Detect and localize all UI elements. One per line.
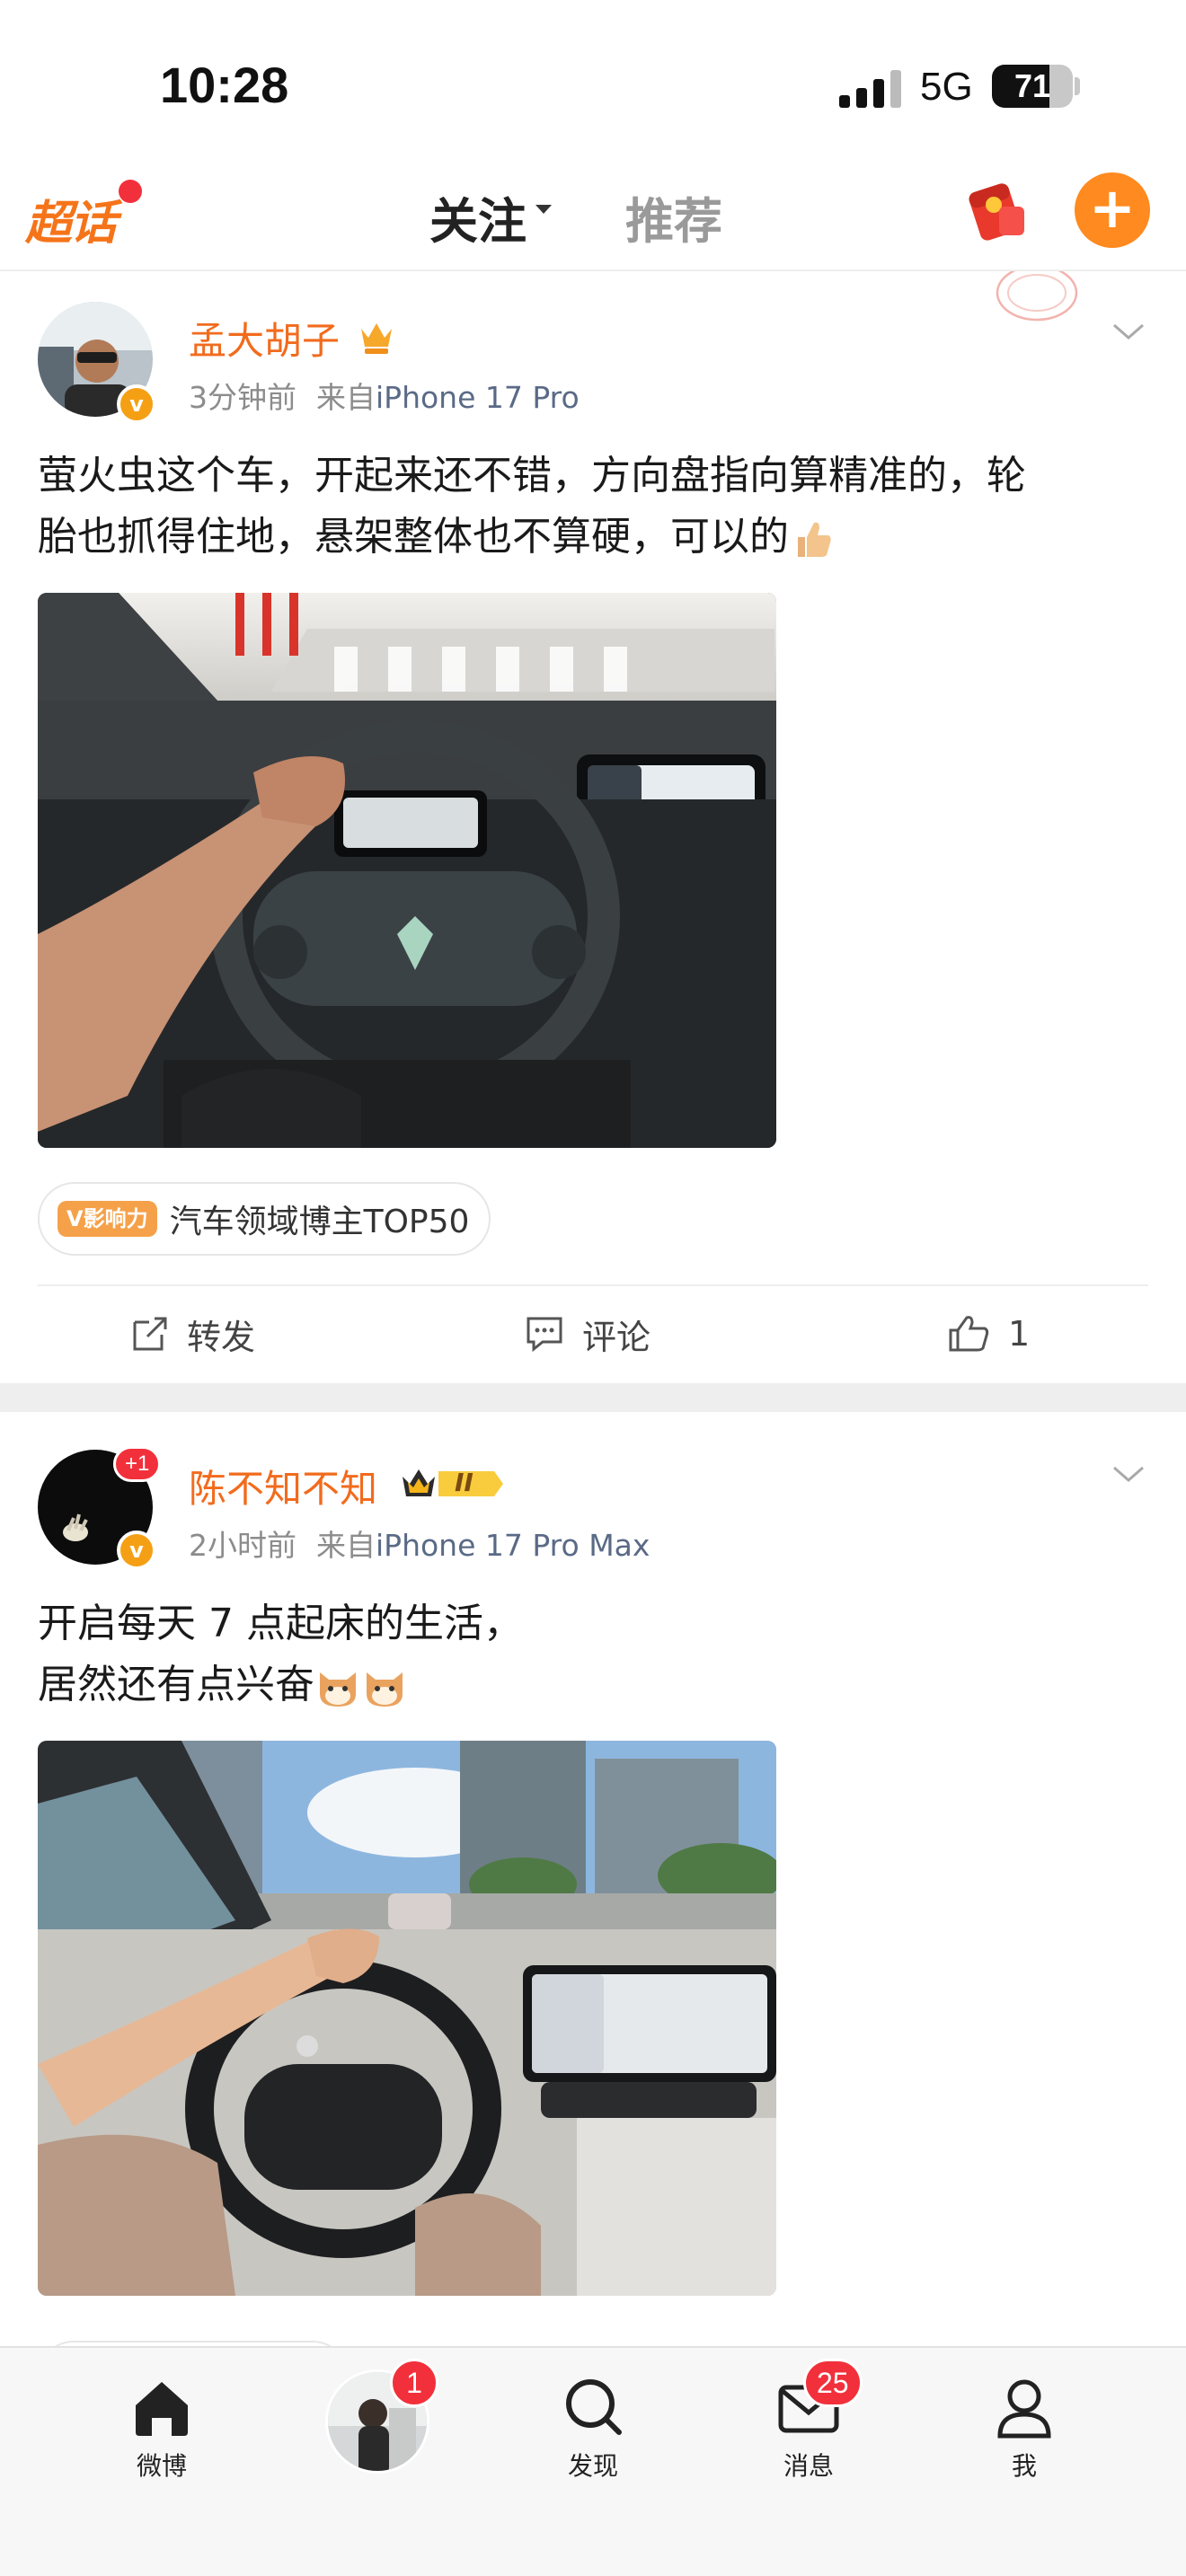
battery-level: 71 [1013,67,1051,104]
add-button[interactable]: + [1075,172,1150,248]
verified-badge: v [117,1531,156,1570]
signal-icon [839,70,901,108]
red-packet-icon[interactable] [965,180,1028,241]
battery-icon: 71 [992,65,1073,108]
bottom-tab-bar: 微博 1 发现 消息 25 我 [0,2346,1186,2576]
network-type: 5G [920,65,973,109]
cat-emoji-icon [367,1672,403,1707]
source-prefix: 来自 [316,380,376,415]
supertopic-button[interactable]: 超话 [25,180,142,251]
source-device[interactable]: iPhone 17 Pro [376,380,580,415]
post-text[interactable]: 开启每天 7 点起床的生活， 居然还有点兴奋 [38,1593,1152,1716]
home-icon [136,2382,188,2436]
post-text-line-2: 胎也抓得住地，悬架整体也不算硬，可以的 [38,507,1152,568]
post-meta: 3分钟前 来自iPhone 17 Pro [189,374,580,417]
post-text-line: 萤火虫这个车，开起来还不错，方向盘指向算精准的，轮 [38,453,1026,498]
tab-label: 消息 [783,2451,834,2481]
repost-label: 转发 [187,1317,256,1357]
user-icon [997,2379,1051,2439]
tab-me[interactable]: 我 [952,2375,1096,2483]
tab-label: 微博 [136,2451,187,2481]
battery-tip [1075,77,1080,95]
comment-button[interactable]: 评论 [525,1304,651,1363]
influence-tag[interactable]: V影响力 汽车领域博主TOP50 [38,1182,491,1256]
notification-dot [119,180,142,203]
tab-follow[interactable]: 关注 [429,181,527,252]
share-icon [133,1317,167,1351]
source-device[interactable]: iPhone 17 Pro Max [376,1528,650,1563]
vip-level-badge: II [399,1464,505,1504]
comment-label: 评论 [582,1317,651,1357]
vip-level-label: II [455,1468,474,1497]
feed-post: v 孟大胡子 3分钟前 来自iPhone 17 Pro 萤火虫这个车，开起来还不错… [0,271,1186,1381]
post-text-line: 开启每天 7 点起床的生活， [38,1601,523,1646]
chevron-down-icon[interactable] [1111,1462,1146,1487]
influence-badge: V影响力 [58,1201,157,1237]
post-text[interactable]: 萤火虫这个车，开起来还不错，方向盘指向算精准的，轮 胎也抓得住地，悬架整体也不算… [38,446,1152,568]
post-text-line: 居然还有点兴奋 [38,1662,314,1707]
status-bar: 10:28 5G 71 [0,0,1186,153]
tab-label: 我 [1011,2451,1037,2481]
source-prefix: 来自 [316,1528,376,1563]
vip-crown-icon [361,323,392,354]
feed-separator [0,1383,1186,1412]
tab-discover[interactable]: 发现 [521,2375,665,2483]
post-text-line-2: 居然还有点兴奋 [38,1654,1152,1716]
post-text-line: 胎也抓得住地，悬架整体也不算硬，可以的 [38,514,789,560]
cat-emoji-icon [320,1672,356,1707]
tab-label: 发现 [567,2451,618,2481]
follow-dropdown-icon[interactable] [535,205,552,214]
divider [38,1284,1148,1286]
post-time: 3分钟前 [189,380,296,415]
thumbs-up-icon [949,1316,989,1352]
post-image[interactable] [38,593,776,1148]
status-time: 10:28 [160,57,289,113]
supertopic-logo: 超话 [25,197,117,251]
feed-post: +1 v 陈不知不知 II 2小时前 来自iPhone 17 Pro Max 开启… [0,1412,1186,2377]
repost-button[interactable]: 转发 [131,1304,255,1363]
comment-icon [527,1317,562,1353]
author-name[interactable]: 孟大胡子 [189,311,340,366]
like-button[interactable]: 1 [947,1304,1030,1363]
top-nav: 超话 关注 推荐 + [0,153,1186,271]
messages-badge: 25 [803,2359,863,2407]
stamp-icon [996,271,1078,322]
post-meta: 2小时前 来自iPhone 17 Pro Max [189,1522,650,1565]
author-name[interactable]: 陈不知不知 [189,1459,377,1513]
post-image[interactable] [38,1741,776,2296]
tab-recommend[interactable]: 推荐 [625,181,722,252]
vip-crown-icon [403,1469,503,1496]
influence-label: 汽车领域博主TOP50 [169,1204,470,1240]
thumbs-up-emoji-icon [798,522,831,557]
like-count: 1 [1008,1314,1031,1354]
search-icon [566,2379,622,2435]
post-time: 2小时前 [189,1528,296,1563]
car-interior-photo [38,593,776,1148]
verified-badge: v [117,384,156,424]
tab-weibo[interactable]: 微博 [90,2375,234,2483]
car-interior-photo [38,1741,776,2296]
chevron-down-icon[interactable] [1111,320,1146,345]
notification-badge: 1 [390,2359,438,2407]
plus-badge: +1 [113,1446,162,1482]
